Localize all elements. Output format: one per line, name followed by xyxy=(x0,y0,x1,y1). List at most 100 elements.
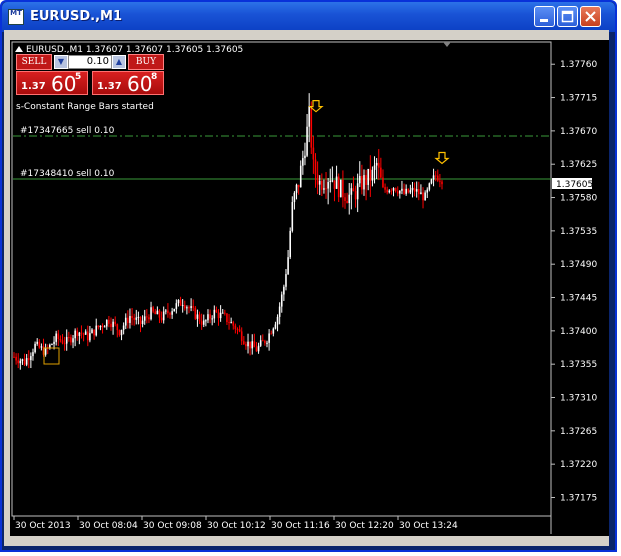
close-button[interactable] xyxy=(580,6,601,27)
price-tick-label: 1.37310 xyxy=(560,394,597,404)
current-price-label: 1.37605 xyxy=(552,178,593,190)
candle-body xyxy=(337,176,340,198)
candle-body xyxy=(23,359,26,365)
lot-size-input[interactable]: 0.10 xyxy=(68,55,112,69)
candle-body xyxy=(392,188,395,191)
one-click-trading-panel: SELL ▼ 0.10 ▲ BUY 1.37 60 5 1.37 60 8 xyxy=(16,54,164,96)
candle-body xyxy=(399,190,401,194)
lot-increase-button[interactable]: ▲ xyxy=(112,55,126,69)
candle-body xyxy=(105,319,108,327)
candle-body xyxy=(335,176,338,189)
candle-body xyxy=(297,184,300,188)
price-tick-label: 1.37760 xyxy=(560,60,597,70)
candle-body xyxy=(413,187,416,192)
candle-body xyxy=(361,175,363,190)
candle-body xyxy=(120,329,123,336)
maximize-button[interactable] xyxy=(557,6,578,27)
sell-button[interactable]: SELL xyxy=(16,54,52,70)
lot-decrease-button[interactable]: ▼ xyxy=(54,55,68,69)
candle-body xyxy=(266,342,268,344)
candle-body xyxy=(253,341,256,348)
candle-body xyxy=(30,356,32,361)
candle-body xyxy=(165,310,167,312)
candle-body xyxy=(249,341,251,349)
candle-body xyxy=(375,162,378,166)
candle-body xyxy=(82,333,85,335)
buy-button[interactable]: BUY xyxy=(128,54,164,70)
chart-frame xyxy=(11,41,552,517)
expert-status-text: s-Constant Range Bars started xyxy=(16,102,154,112)
candle-body xyxy=(27,358,30,361)
candle-body xyxy=(234,325,237,330)
candle-body xyxy=(289,230,291,258)
buy-price-display[interactable]: 1.37 60 8 xyxy=(92,71,164,96)
candle-body xyxy=(302,158,304,166)
candle-body xyxy=(131,316,133,318)
candle-body xyxy=(276,316,279,325)
candle-body xyxy=(127,317,129,323)
candle-body xyxy=(230,322,232,324)
candle-body xyxy=(308,106,310,127)
price-chart[interactable]: EURUSD.,M1 1.37607 1.37607 1.37605 1.376… xyxy=(10,40,609,536)
candle-body xyxy=(68,337,70,339)
candle-body xyxy=(401,188,403,191)
candle-body xyxy=(162,311,165,321)
candle-body xyxy=(436,175,439,181)
candle-body xyxy=(217,312,220,319)
minimize-icon xyxy=(540,19,548,22)
candle-body xyxy=(232,322,235,326)
candle-body xyxy=(245,344,247,347)
candle-body xyxy=(200,321,203,325)
chart-shift-marker[interactable] xyxy=(443,42,451,47)
candle-body xyxy=(236,329,239,331)
candle-body xyxy=(192,306,195,308)
candle-body xyxy=(411,187,414,191)
candle-body xyxy=(188,307,190,309)
current-price-text: 1.37605 xyxy=(556,180,593,190)
price-tick-label: 1.37265 xyxy=(560,427,597,437)
price-tick-label: 1.37220 xyxy=(560,460,597,470)
sell-price-display[interactable]: 1.37 60 5 xyxy=(16,71,88,96)
chart-collapse-icon[interactable] xyxy=(15,46,23,52)
candle-body xyxy=(61,340,64,344)
candle-body xyxy=(384,187,386,190)
price-tick-label: 1.37175 xyxy=(560,493,597,503)
minimize-button[interactable] xyxy=(534,6,555,27)
candle-body xyxy=(422,192,424,201)
candle-body xyxy=(430,179,433,184)
candle-body xyxy=(388,190,391,193)
buy-price-fraction: 8 xyxy=(151,72,158,82)
price-tick-label: 1.37400 xyxy=(560,327,597,337)
sell-price-prefix: 1.37 xyxy=(21,81,46,92)
window-bottom-border xyxy=(4,536,609,546)
candle-body xyxy=(114,321,117,325)
candle-body xyxy=(224,312,226,314)
candle-body xyxy=(139,316,142,325)
candle-body xyxy=(327,182,329,189)
candle-body xyxy=(251,341,254,349)
candle-body xyxy=(89,333,91,341)
candle-body xyxy=(207,314,209,321)
time-tick-label: 30 Oct 2013 xyxy=(15,521,71,531)
candle-body xyxy=(129,316,131,323)
candle-body xyxy=(219,312,222,319)
candle-body xyxy=(86,331,89,341)
time-tick-label: 30 Oct 12:20 xyxy=(335,521,394,531)
order-line-label: #17348410 sell 0.10 xyxy=(20,169,115,179)
candle-body xyxy=(15,356,17,361)
candle-body xyxy=(146,316,148,318)
candle-body xyxy=(291,202,294,231)
chart-canvas[interactable]: EURUSD.,M1 1.37607 1.37607 1.37605 1.376… xyxy=(10,40,609,536)
candle-body xyxy=(175,303,178,309)
candle-body xyxy=(441,181,443,185)
candle-body xyxy=(211,318,213,320)
arrow-down-icon: ▼ xyxy=(57,57,65,66)
time-tick-label: 30 Oct 08:04 xyxy=(79,521,138,531)
candle-body xyxy=(34,343,36,353)
title-bar[interactable]: MT EURUSD.,M1 xyxy=(2,2,615,32)
candle-body xyxy=(418,188,420,195)
candle-body xyxy=(202,320,205,325)
candle-body xyxy=(270,333,273,335)
candle-body xyxy=(434,175,437,177)
candle-body xyxy=(321,180,323,190)
